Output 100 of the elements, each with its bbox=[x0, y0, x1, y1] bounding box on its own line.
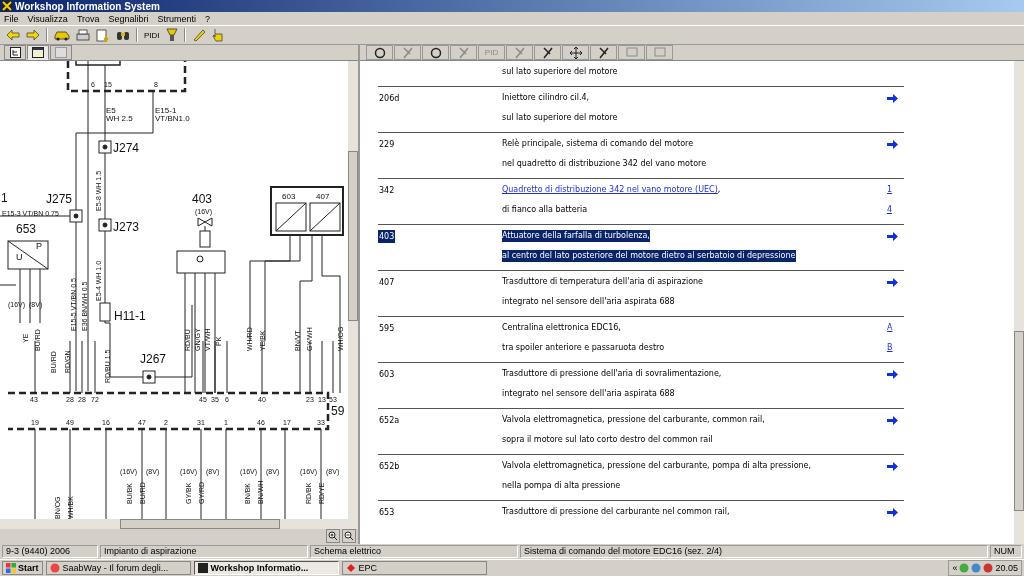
component-code[interactable]: 595 bbox=[378, 322, 396, 335]
app-icon bbox=[345, 563, 356, 573]
arrow-right-icon[interactable] bbox=[887, 507, 898, 517]
diagram-label: 407 bbox=[316, 192, 330, 201]
menu-item[interactable]: File bbox=[4, 13, 19, 24]
picture-frame-icon bbox=[55, 47, 67, 58]
menu-item[interactable]: Strumenti bbox=[157, 13, 197, 24]
zoom-in-icon bbox=[328, 531, 338, 541]
description-text: Attuatore della farfalla di turbolenza, bbox=[502, 230, 650, 242]
reference-link[interactable]: 4 bbox=[887, 204, 893, 216]
zoom-out-icon bbox=[344, 531, 354, 541]
menu-item[interactable]: Trova bbox=[76, 13, 100, 24]
description-text: Trasduttore di pressione del carburante nel common rail, bbox=[502, 506, 730, 518]
arrow-right-icon[interactable] bbox=[887, 231, 898, 241]
diagram-label: WH 2.5 bbox=[106, 114, 133, 123]
component-code[interactable]: 206d bbox=[378, 92, 401, 105]
description-text: di fianco alla batteria bbox=[502, 204, 588, 216]
view-tab[interactable] bbox=[27, 45, 49, 60]
arrow-right-icon[interactable] bbox=[887, 461, 898, 471]
component-code[interactable]: 603 bbox=[378, 368, 396, 381]
zoom-out-button[interactable] bbox=[342, 529, 356, 543]
view-tab[interactable] bbox=[4, 45, 26, 60]
diagram-label: J273 bbox=[113, 220, 140, 234]
menu-item[interactable]: Visualizza bbox=[27, 13, 68, 24]
pointer-tool[interactable] bbox=[590, 45, 617, 60]
reference-link[interactable]: 1 bbox=[887, 184, 893, 196]
monitor-icon bbox=[653, 46, 666, 59]
status-field: NUM bbox=[990, 545, 1022, 558]
arrow-right-icon[interactable] bbox=[887, 93, 898, 103]
location-link[interactable]: Quadretto di distribuzione 342 nel vano motore (UEC) bbox=[502, 184, 718, 196]
horizontal-scrollbar[interactable] bbox=[0, 519, 358, 529]
diagram-label: E5 bbox=[106, 106, 116, 115]
gears-tool[interactable] bbox=[422, 45, 449, 60]
clock: 20.05 bbox=[995, 563, 1018, 573]
component-code[interactable]: 229 bbox=[378, 138, 396, 151]
diagram-label: 653 bbox=[16, 222, 37, 236]
description-text: sul lato superiore del motore bbox=[502, 66, 618, 78]
diagram-label: E15-1 bbox=[155, 106, 177, 115]
status-field: Sistema di comando del motore EDC16 (sez. 2/4) bbox=[520, 545, 988, 558]
component-code[interactable]: 407 bbox=[378, 276, 396, 289]
document-icon bbox=[96, 28, 110, 42]
component-code[interactable]: 403 bbox=[378, 230, 396, 243]
reference-link[interactable]: A bbox=[887, 322, 893, 334]
vertical-scrollbar[interactable] bbox=[348, 61, 358, 519]
start-button[interactable]: Start bbox=[2, 561, 43, 575]
printer-icon bbox=[76, 29, 90, 41]
status-field: Schema elettrico bbox=[310, 545, 518, 558]
gauge-tool[interactable] bbox=[366, 45, 393, 60]
description-text: Valvola elettromagnetica, pressione del carburante, pompa di alta pressione, bbox=[502, 460, 812, 472]
taskbar-button[interactable]: SaabWay - Il forum degli... bbox=[45, 561, 191, 575]
arrow-right-icon[interactable] bbox=[887, 369, 898, 379]
description-text: Valvola elettromagnetica, pressione del carburante, common rail, bbox=[502, 414, 765, 426]
tray-expand-button[interactable]: « bbox=[952, 563, 958, 573]
move-tool[interactable] bbox=[562, 45, 589, 60]
menu-item[interactable]: Segnalibri bbox=[108, 13, 149, 24]
window-title: Workshop Information System bbox=[15, 0, 160, 12]
back-button[interactable] bbox=[4, 27, 22, 43]
app-icon bbox=[197, 563, 208, 573]
description-text: Iniettore cilindro cil.4, bbox=[502, 92, 590, 104]
status-field: 9-3 (9440) 2006 bbox=[2, 545, 98, 558]
diagram-label: 1 bbox=[1, 191, 8, 205]
component-code[interactable]: 653 bbox=[378, 506, 396, 519]
menu-item[interactable]: ? bbox=[205, 13, 211, 24]
description-text: Relè principale, sistema di comando del motore bbox=[502, 138, 694, 150]
lamp-button[interactable] bbox=[163, 27, 180, 43]
arrow-right-icon bbox=[26, 29, 40, 41]
status-field: Impianto di aspirazione bbox=[100, 545, 308, 558]
description-text: nel quadretto di distribuzione 342 del vano motore bbox=[502, 158, 707, 170]
vertical-scrollbar[interactable] bbox=[1014, 61, 1024, 544]
description-text: sopra il motore sul lato corto destro del common rail bbox=[502, 434, 713, 446]
forward-button[interactable] bbox=[24, 27, 42, 43]
diagram-label: U bbox=[16, 252, 23, 262]
diagram-label: H11-1 bbox=[114, 309, 146, 323]
diagram-label: 603 bbox=[282, 192, 296, 201]
description-text: sul lato superiore del motore bbox=[502, 112, 618, 124]
arrow-right-icon[interactable] bbox=[887, 415, 898, 425]
component-code[interactable]: 652b bbox=[378, 460, 401, 473]
taskbar-button[interactable]: Workshop Informatio... bbox=[193, 561, 339, 575]
diagram-label: J274 bbox=[113, 141, 140, 155]
diagram-label: 59 bbox=[331, 404, 345, 418]
windows-logo-icon bbox=[6, 563, 16, 573]
tray-icon[interactable] bbox=[983, 563, 994, 573]
reference-link[interactable]: B bbox=[887, 342, 893, 354]
taskbar-button[interactable]: EPC bbox=[341, 561, 487, 575]
tools-tool[interactable] bbox=[534, 45, 561, 60]
description-text: Trasduttore di pressione dell'aria di sovralimentazione, bbox=[502, 368, 722, 380]
move-icon bbox=[569, 46, 582, 59]
diagram-label: J267 bbox=[140, 352, 167, 366]
pidi-button[interactable]: PIDI bbox=[142, 27, 162, 43]
component-code[interactable]: 652a bbox=[378, 414, 401, 427]
description-text: integrato nel sensore dell'aria aspirata 688 bbox=[502, 388, 675, 400]
zoom-in-button[interactable] bbox=[326, 529, 340, 543]
arrow-right-icon[interactable] bbox=[887, 139, 898, 149]
component-code[interactable]: 342 bbox=[378, 184, 396, 197]
app-icon bbox=[49, 563, 60, 573]
arrow-right-icon[interactable] bbox=[887, 277, 898, 287]
punctuation-text: , bbox=[717, 184, 721, 196]
description-text: integrato nel sensore dell'aria aspirata 688 bbox=[502, 296, 675, 308]
print-button[interactable] bbox=[74, 27, 92, 43]
description-text: Trasduttore di temperatura dell'aria di aspirazione bbox=[502, 276, 703, 288]
